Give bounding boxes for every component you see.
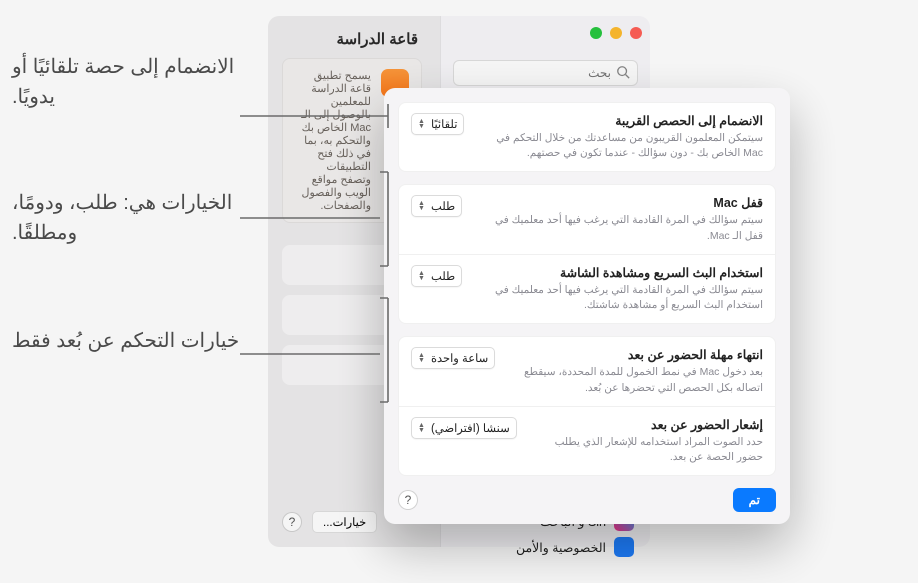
select-value: طلب	[431, 199, 455, 213]
row-title: قفل Mac	[474, 195, 763, 210]
select-value: ساعة واحدة	[431, 351, 488, 365]
modal-row: قفل Mac سيتم سؤالك في المرة القادمة التي …	[399, 185, 775, 253]
modal-row: الانضمام إلى الحصص القريبة سيتمكن المعلمو…	[399, 103, 775, 171]
options-modal: الانضمام إلى الحصص القريبة سيتمكن المعلمو…	[384, 88, 790, 524]
row-title: استخدام البث السريع ومشاهدة الشاشة	[474, 265, 763, 280]
row-description: بعد دخول Mac في نمط الخمول للمدة المحددة…	[507, 365, 763, 395]
stepper-icon: ▲▼	[418, 201, 425, 211]
stepper-icon: ▲▼	[418, 119, 425, 129]
row-description: حدد الصوت المراد استخدامه للإشعار الذي ي…	[529, 435, 763, 465]
row-title: انتهاء مهلة الحضور عن بعد	[507, 347, 763, 362]
row-description: سيتم سؤالك في المرة القادمة التي يرغب في…	[474, 213, 763, 243]
row-select[interactable]: سنشا (افتراضي) ▲▼	[411, 417, 517, 439]
stepper-icon: ▲▼	[418, 271, 425, 281]
modal-row: انتهاء مهلة الحضور عن بعد بعد دخول Mac في…	[399, 337, 775, 405]
modal-group: قفل Mac سيتم سؤالك في المرة القادمة التي …	[398, 184, 776, 324]
modal-row: استخدام البث السريع ومشاهدة الشاشة سيتم س…	[399, 254, 775, 323]
select-value: طلب	[431, 269, 455, 283]
select-value: سنشا (افتراضي)	[431, 421, 510, 435]
done-button[interactable]: تم	[733, 488, 776, 512]
row-select[interactable]: طلب ▲▼	[411, 195, 462, 217]
help-icon[interactable]: ?	[398, 490, 418, 510]
stepper-icon: ▲▼	[418, 423, 425, 433]
callout-remote: خيارات التحكم عن بُعد فقط	[12, 326, 239, 356]
modal-group: انتهاء مهلة الحضور عن بعد بعد دخول Mac في…	[398, 336, 776, 476]
row-select[interactable]: ساعة واحدة ▲▼	[411, 347, 495, 369]
row-title: الانضمام إلى الحصص القريبة	[476, 113, 763, 128]
callout-choices: الخيارات هي: طلب، ودومًا، ومطلقًا.	[12, 188, 242, 248]
stepper-icon: ▲▼	[418, 353, 425, 363]
modal-row: إشعار الحضور عن بعد حدد الصوت المراد استخ…	[399, 406, 775, 475]
row-select[interactable]: تلقائيًا ▲▼	[411, 113, 464, 135]
modal-footer: تم?	[398, 488, 776, 512]
row-title: إشعار الحضور عن بعد	[529, 417, 763, 432]
modal-group: الانضمام إلى الحصص القريبة سيتمكن المعلمو…	[398, 102, 776, 172]
row-description: سيتم سؤالك في المرة القادمة التي يرغب في…	[474, 283, 763, 313]
row-select[interactable]: طلب ▲▼	[411, 265, 462, 287]
callout-join: الانضمام إلى حصة تلقائيًا أو يدويًا.	[12, 52, 242, 112]
row-description: سيتمكن المعلمون القريبون من مساعدتك من خ…	[476, 131, 763, 161]
select-value: تلقائيًا	[431, 117, 458, 131]
